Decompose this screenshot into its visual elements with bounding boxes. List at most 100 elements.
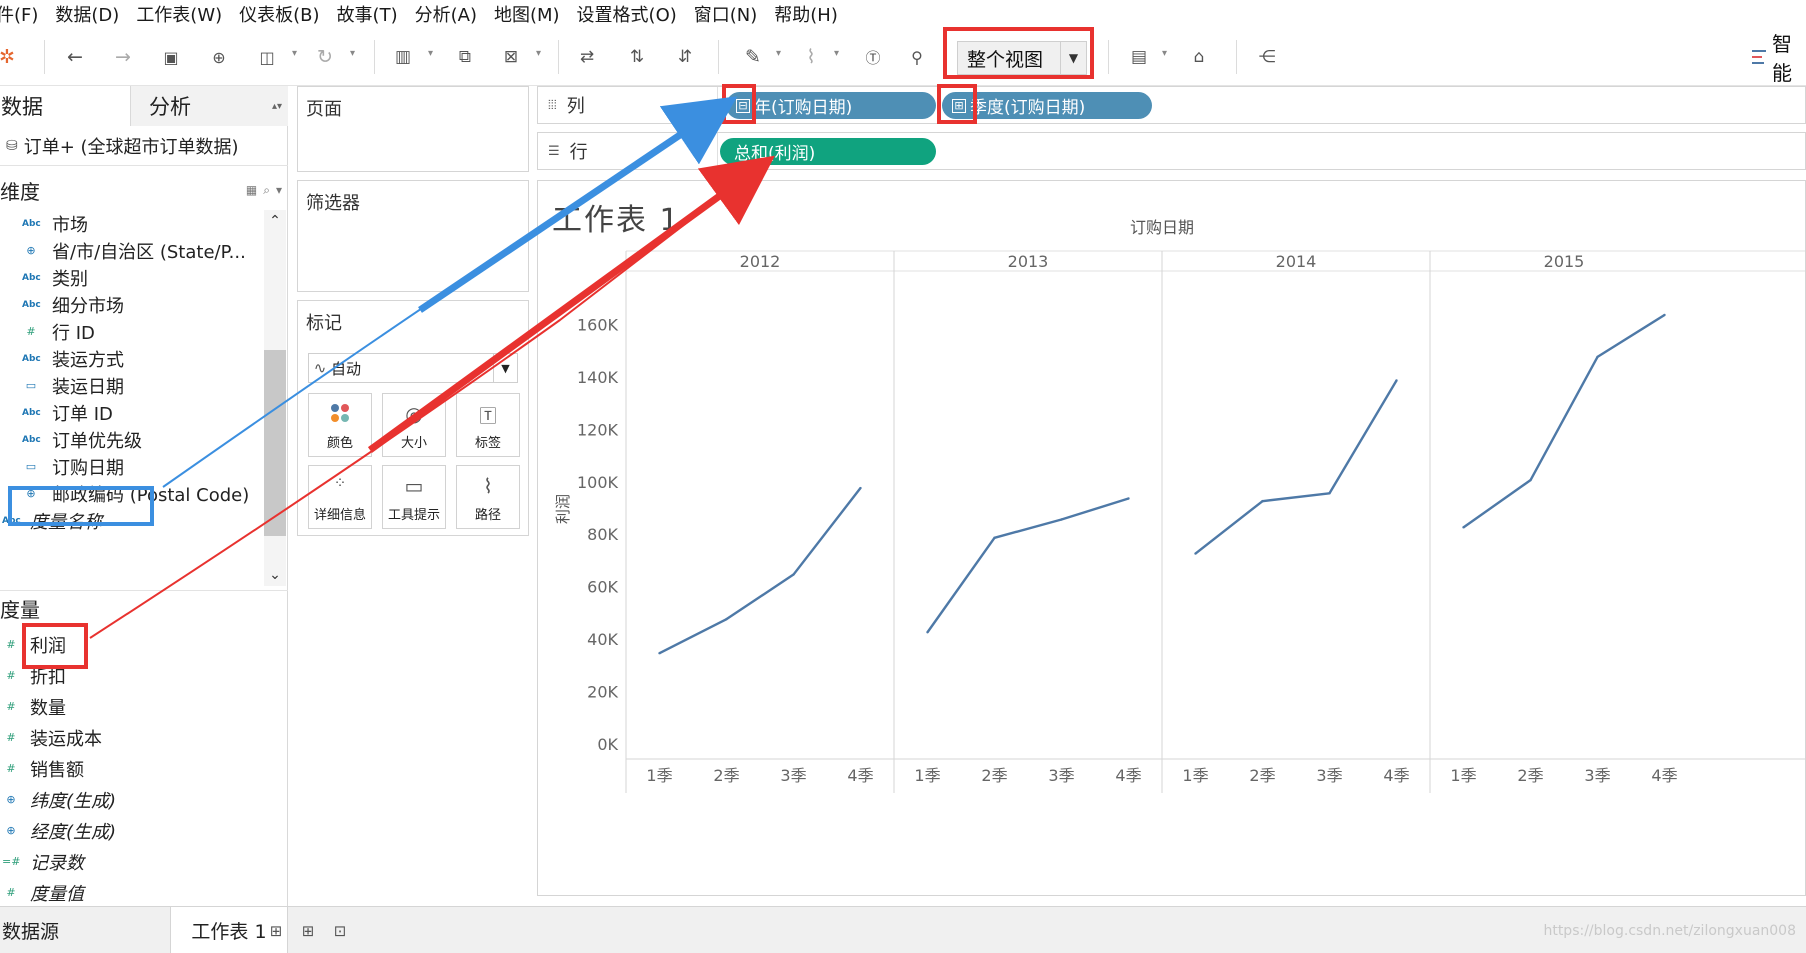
highlight-icon[interactable]: ✎ bbox=[738, 42, 768, 72]
show-cards-icon[interactable]: ▤ bbox=[1124, 42, 1154, 72]
menu-item[interactable]: 设置格式(O) bbox=[569, 1, 686, 27]
toolbar-separator bbox=[1236, 40, 1237, 74]
chevron-down-icon[interactable]: ▾ bbox=[834, 48, 839, 59]
sort-ascending-icon[interactable]: ⇅ bbox=[622, 42, 652, 72]
sort-descending-icon[interactable]: ⇵ bbox=[670, 42, 700, 72]
chevron-down-icon[interactable]: ▾ bbox=[292, 48, 297, 59]
tab-analysis-label: 分析 bbox=[149, 95, 191, 119]
dimension-field[interactable]: # 行 ID bbox=[0, 318, 260, 345]
dimension-field[interactable]: ▭ 装运日期 bbox=[0, 372, 260, 399]
y-tick-label: 160K bbox=[577, 315, 619, 334]
measure-field[interactable]: =# 记录数 bbox=[0, 848, 286, 875]
dimension-field[interactable]: ▭ 订购日期 bbox=[0, 453, 260, 480]
dimension-field[interactable]: Abc 市场 bbox=[0, 210, 260, 237]
chevron-down-icon[interactable]: ▴▾ bbox=[272, 101, 282, 112]
measure-field[interactable]: # 数量 bbox=[0, 693, 286, 720]
share-icon[interactable]: ⋲ bbox=[1252, 42, 1282, 72]
new-datasource-icon[interactable]: ⊕ bbox=[204, 42, 234, 72]
chevron-down-icon[interactable]: ▾ bbox=[276, 183, 282, 197]
new-story-icon[interactable]: ⊡ bbox=[328, 920, 352, 942]
menu-item[interactable]: 帮助(H) bbox=[766, 1, 847, 27]
menu-item[interactable]: 地图(M) bbox=[486, 1, 569, 27]
chevron-down-icon[interactable]: ▾ bbox=[1162, 48, 1167, 59]
swap-rows-columns-icon[interactable]: ⇄ bbox=[572, 42, 602, 72]
string-type-icon: Abc bbox=[22, 218, 41, 229]
dimension-field[interactable]: ⊕ 省/市/自治区 (State/P... bbox=[0, 237, 260, 264]
chevron-down-icon[interactable]: ⌄ bbox=[264, 564, 286, 586]
duplicate-sheet-icon[interactable]: ⧉ bbox=[450, 42, 480, 72]
group-members-icon[interactable]: ⌇ bbox=[796, 42, 826, 72]
scrollbar-thumb[interactable] bbox=[264, 350, 286, 536]
dimension-field[interactable]: Abc 细分市场 bbox=[0, 291, 260, 318]
rows-shelf[interactable]: ☰ 行 总和(利润) bbox=[537, 132, 1806, 170]
data-point bbox=[725, 617, 728, 621]
chevron-down-icon[interactable]: ▾ bbox=[428, 48, 433, 59]
datasource-item[interactable]: ⛁ 订单+ (全球超市订单数据) bbox=[0, 126, 288, 166]
menu-item[interactable]: 分析(A) bbox=[407, 1, 486, 27]
string-type-icon: Abc bbox=[22, 299, 41, 310]
new-worksheet-icon[interactable]: ▥ bbox=[388, 42, 418, 72]
menu-item[interactable]: 工作表(W) bbox=[128, 1, 231, 27]
pause-updates-icon[interactable]: ◫ bbox=[252, 42, 282, 72]
new-worksheet-icon[interactable]: ⊞ bbox=[264, 920, 288, 942]
color-button[interactable]: 颜色 bbox=[308, 393, 372, 457]
pages-card[interactable]: 页面 bbox=[297, 86, 529, 172]
tab-data[interactable]: 数据 bbox=[0, 86, 130, 126]
presentation-mode-icon[interactable]: ⌂ bbox=[1184, 42, 1214, 72]
size-button[interactable]: ◎ 大小 bbox=[382, 393, 446, 457]
refresh-icon[interactable]: ↻ bbox=[310, 42, 340, 72]
detail-button[interactable]: ⁘ 详细信息 bbox=[308, 465, 372, 529]
pill-sum-profit[interactable]: 总和(利润) bbox=[720, 138, 936, 165]
path-button[interactable]: ⌇ 路径 bbox=[456, 465, 520, 529]
chevron-up-icon[interactable]: ⌃ bbox=[264, 210, 286, 232]
filters-card[interactable]: 筛选器 bbox=[297, 180, 529, 292]
data-point bbox=[1462, 526, 1465, 529]
tooltip-button[interactable]: ▭ 工具提示 bbox=[382, 465, 446, 529]
dimension-field[interactable]: Abc 订单优先级 bbox=[0, 426, 260, 453]
view-options-icon[interactable]: ▦ bbox=[246, 183, 257, 197]
tableau-logo-icon[interactable]: ✲ bbox=[0, 42, 22, 72]
measure-field[interactable]: # 销售额 bbox=[0, 755, 286, 782]
tab-data-source[interactable]: 数据源 bbox=[0, 907, 160, 953]
data-point bbox=[926, 631, 929, 634]
save-icon[interactable]: ▣ bbox=[156, 42, 186, 72]
toolbar-separator bbox=[558, 40, 559, 74]
menu-item[interactable]: 仪表板(B) bbox=[231, 1, 328, 27]
undo-icon[interactable]: ← bbox=[60, 42, 90, 72]
x-tick-label: 4季 bbox=[847, 766, 873, 785]
pin-axes-icon[interactable]: ⚲ bbox=[902, 42, 932, 72]
tooltip-icon: ▭ bbox=[404, 474, 424, 498]
menu-item[interactable]: 故事(T) bbox=[329, 1, 407, 27]
x-tick-label: 2季 bbox=[981, 766, 1007, 785]
chevron-down-icon[interactable]: ▾ bbox=[536, 48, 541, 59]
chevron-down-icon[interactable]: ▾ bbox=[776, 48, 781, 59]
data-point bbox=[1194, 552, 1197, 555]
measure-field[interactable]: ⊕ 经度(生成) bbox=[0, 817, 286, 844]
measure-field[interactable]: # 度量值 bbox=[0, 879, 286, 906]
show-mark-labels-icon[interactable]: Ⓣ bbox=[858, 42, 888, 72]
menu-item[interactable]: 窗口(N) bbox=[686, 1, 767, 27]
show-me-button[interactable]: 智能 bbox=[1752, 32, 1806, 85]
chevron-down-icon[interactable]: ▼ bbox=[493, 354, 517, 382]
dimension-field[interactable]: Abc 类别 bbox=[0, 264, 260, 291]
chevron-down-icon[interactable]: ▾ bbox=[350, 48, 355, 59]
redo-icon[interactable]: → bbox=[108, 42, 138, 72]
new-dashboard-icon[interactable]: ⊞ bbox=[296, 920, 320, 942]
measure-field[interactable]: ⊕ 纬度(生成) bbox=[0, 786, 286, 813]
clear-sheet-icon[interactable]: ⊠ bbox=[496, 42, 526, 72]
dimension-field[interactable]: Abc 订单 ID bbox=[0, 399, 260, 426]
tab-analysis[interactable]: 分析 ▴▾ bbox=[130, 86, 288, 126]
measure-field[interactable]: # 装运成本 bbox=[0, 724, 286, 751]
dimensions-scrollbar[interactable]: ⌃ ⌄ bbox=[264, 210, 286, 586]
search-icon[interactable]: ⌕ bbox=[263, 183, 270, 198]
measures-title: 度量 bbox=[0, 598, 40, 622]
menu-bar: 件(F) 数据(D) 工作表(W) 仪表板(B) 故事(T) 分析(A) 地图(M) 设置格式… bbox=[0, 0, 1806, 28]
label-button[interactable]: 🅃 标签 bbox=[456, 393, 520, 457]
pill-year-order-date[interactable]: ⊟ 年(订购日期) bbox=[726, 92, 936, 119]
mark-type-dropdown[interactable]: ∿ 自动 ▼ bbox=[308, 353, 518, 383]
menu-item[interactable]: 件(F) bbox=[0, 1, 47, 27]
menu-item[interactable]: 数据(D) bbox=[47, 1, 128, 27]
line-mark-icon: ∿ bbox=[313, 359, 327, 377]
worksheet-view: 工作表 1 订购日期 利润 0K 20K 40K 60K 80K 100K 120K 140K 16… bbox=[537, 180, 1806, 896]
dimension-field[interactable]: Abc 装运方式 bbox=[0, 345, 260, 372]
